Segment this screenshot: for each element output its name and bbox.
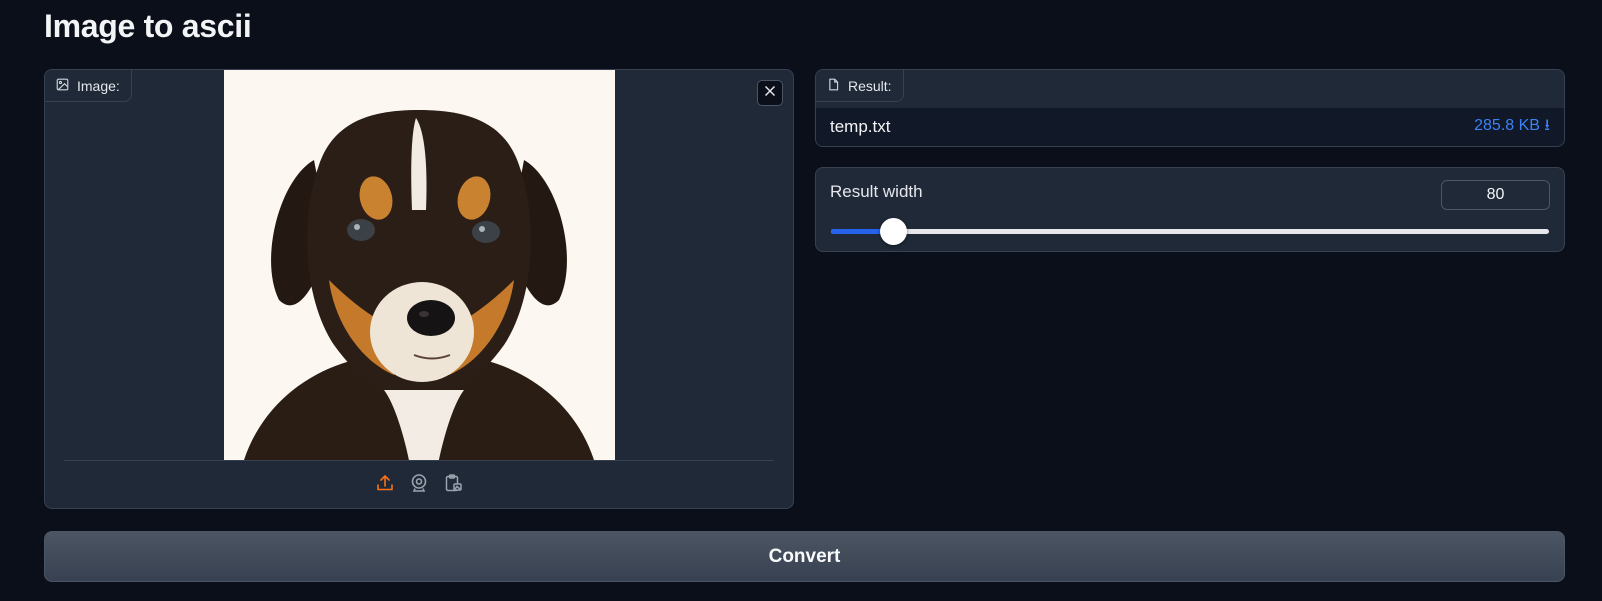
webcam-source-button[interactable] [408,473,430,498]
result-width-label: Result width [830,182,923,201]
convert-button[interactable]: Convert [44,531,1565,582]
result-panel: Result: temp.txt 285.8 KB ⭳ [815,69,1565,147]
upload-icon [375,473,395,498]
image-icon [56,78,69,94]
close-icon [764,84,776,102]
image-label-text: Image: [77,77,120,94]
clipboard-source-button[interactable] [442,473,464,498]
result-file-name: temp.txt [830,117,891,136]
app-page: Image to ascii Image: Result: temp.txt 2… [0,0,1602,601]
result-width-slider[interactable] [831,218,1549,245]
result-file-row: temp.txt 285.8 KB ⭳ [816,108,1564,146]
file-icon [827,78,840,94]
clipboard-icon [443,473,463,498]
download-link[interactable]: 285.8 KB ⭳ [1474,114,1550,141]
result-width-input[interactable] [1441,180,1550,210]
slider-thumb[interactable] [880,218,908,245]
clear-image-button[interactable] [757,80,783,106]
image-source-bar [64,460,774,508]
result-label-tab: Result: [816,70,904,102]
puppy-photo [224,70,615,460]
webcam-icon [409,473,429,498]
result-label-text: Result: [848,77,892,94]
image-label-tab: Image: [45,70,132,102]
page-title: Image to ascii [44,8,252,44]
uploaded-image[interactable] [224,70,615,460]
result-width-panel: Result width [815,167,1565,252]
image-input-panel: Image: [44,69,794,509]
upload-source-button[interactable] [374,474,396,496]
